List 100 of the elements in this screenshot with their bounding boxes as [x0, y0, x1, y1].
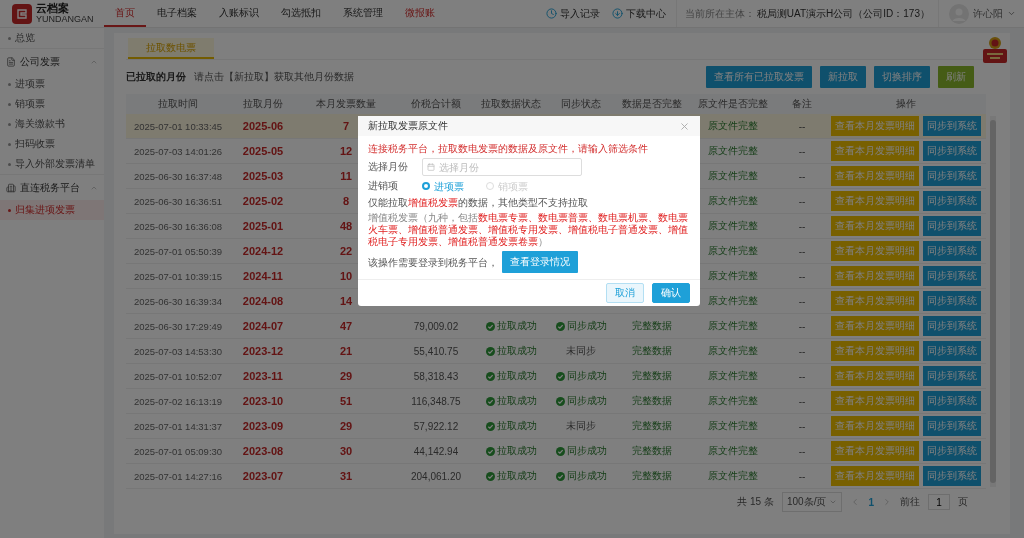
- row-action-button[interactable]: 同步到系统: [923, 341, 981, 361]
- page-input[interactable]: 1: [928, 494, 950, 510]
- row-action-button[interactable]: 同步到系统: [923, 191, 981, 211]
- row-action-button[interactable]: 同步到系统: [923, 316, 981, 336]
- sidebar-item[interactable]: 海关缴款书: [0, 114, 104, 134]
- sidebar-item[interactable]: 归集进项发票: [0, 200, 104, 220]
- row-action-button[interactable]: 查看本月发票明细: [831, 466, 919, 486]
- time-cell: 2025-06-30 17:29:49: [133, 320, 223, 332]
- tab[interactable]: 拉取数电票: [128, 38, 214, 59]
- row-action-button[interactable]: 查看本月发票明细: [831, 341, 919, 361]
- user-name[interactable]: 许心阳: [973, 6, 1003, 21]
- sidebar-item[interactable]: 总览: [0, 28, 104, 48]
- row-action-button[interactable]: 同步到系统: [923, 241, 981, 261]
- nav-tab[interactable]: 微报账: [394, 0, 446, 27]
- month-cell: 2024-07: [242, 320, 284, 332]
- table-row[interactable]: 2025-07-01 05:09:30 2023-08 30 44,142.94 拉取成功 同步成功 完整数据 原文件完整 -- 查看本月发票明细 同步到系统: [126, 439, 986, 464]
- row-action-button[interactable]: 查看本月发票明细: [831, 416, 919, 436]
- badge-icon[interactable]: [982, 35, 1008, 65]
- amount-cell: 79,009.02: [413, 320, 459, 332]
- row-action-button[interactable]: 查看本月发票明细: [831, 291, 919, 311]
- sidebar-group[interactable]: 公司发票: [0, 48, 104, 74]
- nav-tab[interactable]: 首页: [104, 0, 146, 27]
- page-size-select[interactable]: 100条/页: [781, 492, 843, 512]
- sidebar-item[interactable]: 导入外部发票清单: [0, 154, 104, 174]
- month-field[interactable]: 选择月份: [422, 158, 582, 176]
- row-action-button[interactable]: 查看本月发票明细: [831, 241, 919, 261]
- row-action-button[interactable]: 查看本月发票明细: [831, 316, 919, 336]
- check-icon: [555, 396, 565, 406]
- row-action-button[interactable]: 同步到系统: [923, 116, 981, 136]
- nav-tab[interactable]: 勾选抵扣: [270, 0, 332, 27]
- check-icon: [555, 321, 565, 331]
- sidebar-item[interactable]: 进项票: [0, 74, 104, 94]
- dialog-note: 仅能拉取增值税发票的数据，其他类型不支持拉取: [368, 196, 589, 209]
- row-action-button[interactable]: 同步到系统: [923, 391, 981, 411]
- status-text: 原文件完整: [708, 169, 758, 183]
- nav-tab[interactable]: 系统管理: [332, 0, 394, 27]
- row-action-button[interactable]: 查看本月发票明细: [831, 141, 919, 161]
- count-cell: 29: [339, 370, 353, 382]
- download-icon: [611, 8, 623, 19]
- status-text: 完整数据: [632, 319, 672, 333]
- row-action-button[interactable]: 同步到系统: [923, 291, 981, 311]
- row-action-button[interactable]: 同步到系统: [923, 141, 981, 161]
- row-action-button[interactable]: 同步到系统: [923, 416, 981, 436]
- status-text: 原文件完整: [708, 269, 758, 283]
- column-header: 价税合计额: [410, 97, 462, 111]
- logo-icon: [12, 3, 32, 24]
- row-action-button[interactable]: 同步到系统: [923, 466, 981, 486]
- table-row[interactable]: 2025-06-30 17:29:49 2024-07 47 79,009.02 拉取成功 同步成功 完整数据 原文件完整 -- 查看本月发票明细 同步到系统: [126, 314, 986, 339]
- status-text: 拉取成功: [496, 344, 537, 358]
- time-cell: 2025-07-02 16:13:19: [133, 395, 223, 407]
- toolbar-button[interactable]: 刷新: [938, 66, 974, 88]
- table-row[interactable]: 2025-07-03 14:53:30 2023-12 21 55,410.75 拉取成功 未同步 完整数据 原文件完整 -- 查看本月发票明细 同步到系统: [126, 339, 986, 364]
- row-action-button[interactable]: 同步到系统: [923, 441, 981, 461]
- status-text: 原文件完整: [708, 469, 758, 483]
- row-action-button[interactable]: 同步到系统: [923, 366, 981, 386]
- remark-cell: --: [798, 145, 806, 157]
- login-status-button[interactable]: 查看登录情况: [502, 251, 578, 273]
- nav-tab[interactable]: 电子档案: [146, 0, 208, 27]
- radio-option[interactable]: 进项票: [422, 179, 464, 193]
- sidebar-item[interactable]: 扫码收票: [0, 134, 104, 154]
- row-action-button[interactable]: 同步到系统: [923, 166, 981, 186]
- row-action-button[interactable]: 查看本月发票明细: [831, 166, 919, 186]
- dialog-button[interactable]: 取消: [606, 283, 644, 303]
- scrollbar[interactable]: [990, 116, 996, 487]
- remark-cell: --: [798, 320, 806, 332]
- row-action-button[interactable]: 查看本月发票明细: [831, 266, 919, 286]
- nav-tab[interactable]: 入账标识: [208, 0, 270, 27]
- status-text: 原文件完整: [708, 369, 758, 383]
- row-action-button[interactable]: 查看本月发票明细: [831, 441, 919, 461]
- row-action-button[interactable]: 查看本月发票明细: [831, 116, 919, 136]
- time-cell: 2025-07-01 14:27:16: [133, 470, 223, 482]
- toolbar-button[interactable]: 切换排序: [874, 66, 930, 88]
- column-header: 操作: [895, 97, 917, 111]
- header-link[interactable]: 下载中心: [605, 0, 672, 27]
- table-row[interactable]: 2025-07-01 14:27:16 2023-07 31 204,061.20 拉取成功 同步成功 完整数据 原文件完整 -- 查看本月发票明细 同步到系统: [126, 464, 986, 489]
- row-action-button[interactable]: 同步到系统: [923, 216, 981, 236]
- toolbar-button[interactable]: 新拉取: [820, 66, 866, 88]
- row-action-button[interactable]: 查看本月发票明细: [831, 191, 919, 211]
- table-row[interactable]: 2025-07-02 16:13:19 2023-10 51 116,348.75 拉取成功 同步成功 完整数据 原文件完整 -- 查看本月发票明细 同步到系统: [126, 389, 986, 414]
- month-cell: 2023-12: [242, 345, 284, 357]
- close-icon[interactable]: [679, 120, 690, 132]
- status-text: 拉取成功: [496, 469, 537, 483]
- remark-cell: --: [798, 395, 806, 407]
- table-row[interactable]: 2025-07-01 14:31:37 2023-09 29 57,922.12 拉取成功 未同步 完整数据 原文件完整 -- 查看本月发票明细 同步到系统: [126, 414, 986, 439]
- toolbar-button[interactable]: 查看所有已拉取发票: [706, 66, 812, 88]
- status-text: 原文件完整: [708, 219, 758, 233]
- status-text: 原文件完整: [708, 444, 758, 458]
- sidebar-item[interactable]: 销项票: [0, 94, 104, 114]
- time-cell: 2025-07-03 14:01:26: [133, 145, 223, 157]
- row-action-button[interactable]: 同步到系统: [923, 266, 981, 286]
- row-action-button[interactable]: 查看本月发票明细: [831, 366, 919, 386]
- row-action-button[interactable]: 查看本月发票明细: [831, 216, 919, 236]
- caret-icon[interactable]: [1007, 9, 1016, 18]
- row-action-button[interactable]: 查看本月发票明细: [831, 391, 919, 411]
- month-cell: 2025-03: [242, 170, 284, 182]
- header-link[interactable]: 导入记录: [539, 0, 606, 27]
- table-row[interactable]: 2025-07-01 10:52:07 2023-11 29 58,318.43 拉取成功 同步成功 完整数据 原文件完整 -- 查看本月发票明细 同步到系统: [126, 364, 986, 389]
- caret-icon[interactable]: [829, 498, 838, 506]
- page-number[interactable]: 1: [868, 496, 874, 508]
- dialog-button[interactable]: 确认: [652, 283, 690, 303]
